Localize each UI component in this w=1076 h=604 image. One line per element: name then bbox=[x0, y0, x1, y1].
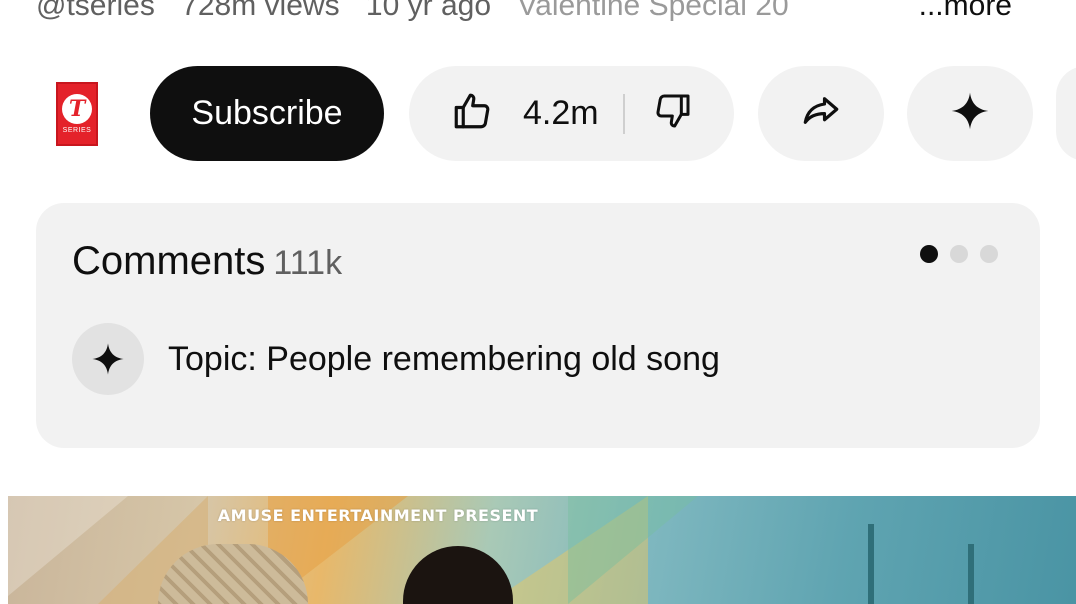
pager-dot bbox=[950, 245, 968, 263]
comments-header: Comments 111k bbox=[72, 239, 342, 284]
comments-panel[interactable]: Comments 111k Topic: People remembering o… bbox=[36, 203, 1040, 448]
topic-label: Topic bbox=[168, 339, 248, 378]
comment-topic-row[interactable]: Topic: People remembering old song bbox=[72, 323, 720, 395]
subscribe-button[interactable]: Subscribe bbox=[150, 66, 384, 161]
share-button[interactable] bbox=[758, 66, 884, 161]
like-button[interactable]: 4.2m bbox=[409, 66, 623, 161]
thumbs-up-icon bbox=[451, 90, 493, 137]
channel-logo-letter: T bbox=[62, 94, 92, 124]
thumbs-down-icon bbox=[653, 91, 693, 136]
video-meta-line[interactable]: @tseries 728m views 10 yr ago Valentine … bbox=[36, 0, 1036, 26]
view-count: 728m views bbox=[181, 0, 340, 22]
share-icon bbox=[800, 90, 842, 137]
video-thumbnail[interactable]: AMUSE ENTERTAINMENT PRESENT bbox=[8, 496, 1076, 604]
like-dislike-group: 4.2m bbox=[409, 66, 734, 161]
comments-title: Comments bbox=[72, 239, 266, 283]
sparkle-icon bbox=[72, 323, 144, 395]
channel-logo-sub: SERIES bbox=[62, 127, 92, 134]
ask-ai-button[interactable] bbox=[907, 66, 1033, 161]
pager-dot-active bbox=[920, 245, 938, 263]
topic-summary: Topic: People remembering old song bbox=[168, 339, 720, 378]
channel-avatar[interactable]: T SERIES bbox=[56, 82, 98, 146]
thumbnail-caption: AMUSE ENTERTAINMENT PRESENT bbox=[217, 506, 539, 525]
channel-handle: @tseries bbox=[36, 0, 155, 22]
like-count: 4.2m bbox=[523, 94, 599, 132]
more-actions-button[interactable] bbox=[1056, 66, 1076, 161]
more-link[interactable]: ...more bbox=[912, 0, 1012, 26]
pager-dot bbox=[980, 245, 998, 263]
description-snippet: Valentine Special 20 bbox=[517, 0, 789, 22]
topic-text: People remembering old song bbox=[266, 339, 720, 378]
sparkle-icon bbox=[950, 91, 990, 136]
pager-dots bbox=[920, 245, 998, 263]
upload-age: 10 yr ago bbox=[365, 0, 492, 22]
dislike-button[interactable] bbox=[625, 66, 721, 161]
comments-count: 111k bbox=[273, 244, 343, 282]
